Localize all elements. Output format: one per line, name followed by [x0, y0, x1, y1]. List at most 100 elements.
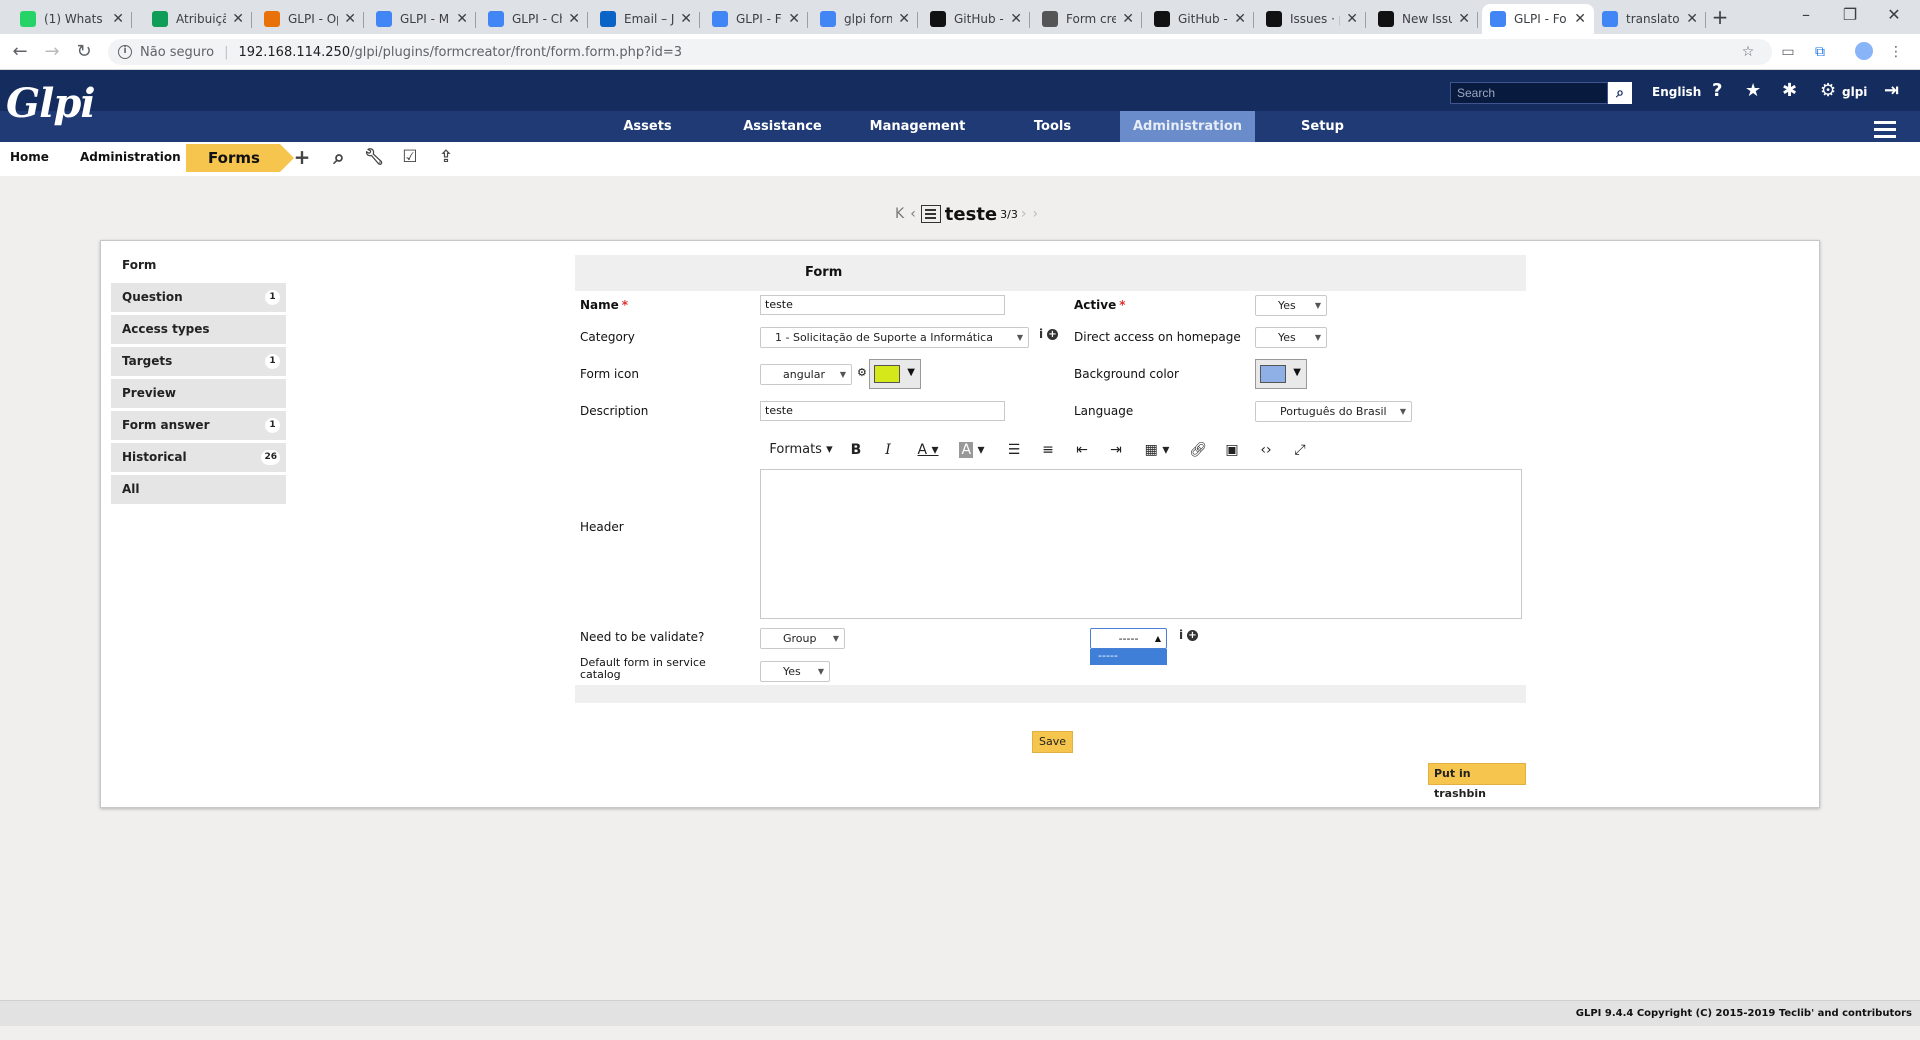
- bold-icon[interactable]: B: [846, 439, 866, 461]
- previous-record-icon[interactable]: ‹: [910, 206, 916, 222]
- validator-dropdown[interactable]: ----- ▲ -----: [1090, 628, 1167, 665]
- tab-close-icon[interactable]: ✕: [568, 11, 580, 27]
- browser-tab[interactable]: GLPI - Op ✕: [256, 4, 364, 34]
- search-icon[interactable]: ⌕: [327, 145, 351, 169]
- validator-info-icon[interactable]: i: [1179, 628, 1183, 642]
- user-name[interactable]: glpi: [1842, 82, 1867, 102]
- tab-close-icon[interactable]: ✕: [1686, 11, 1698, 27]
- new-tab-button[interactable]: +: [1708, 6, 1732, 30]
- category-select[interactable]: 1 - Solicitação de Suporte a Informática…: [760, 327, 1029, 348]
- validator-select[interactable]: ----- ▲: [1090, 628, 1167, 649]
- source-code-icon[interactable]: ‹›: [1256, 439, 1276, 461]
- side-tab-form-answer[interactable]: Form answer 1: [111, 411, 286, 440]
- editor-content-area[interactable]: [760, 469, 1522, 619]
- fullscreen-icon[interactable]: ⤢: [1290, 439, 1310, 461]
- tab-close-icon[interactable]: ✕: [1458, 11, 1470, 27]
- browser-tab[interactable]: Form cre ✕: [1034, 4, 1142, 34]
- text-color-icon[interactable]: A ▾: [910, 439, 946, 461]
- logout-icon[interactable]: ⇥: [1884, 80, 1899, 102]
- back-icon[interactable]: ←: [8, 40, 32, 64]
- tab-close-icon[interactable]: ✕: [112, 11, 124, 27]
- browser-tab[interactable]: Email – Ju ✕: [592, 4, 700, 34]
- browser-tab[interactable]: GLPI - Fo ✕: [704, 4, 808, 34]
- minimize-button[interactable]: –: [1786, 4, 1826, 26]
- save-button[interactable]: Save: [1032, 731, 1074, 753]
- table-icon[interactable]: ▦ ▾: [1140, 439, 1174, 461]
- add-validator-icon[interactable]: +: [1187, 630, 1198, 641]
- menu-administration[interactable]: Administration: [1120, 111, 1255, 142]
- add-icon[interactable]: +: [290, 145, 314, 169]
- add-category-icon[interactable]: +: [1047, 329, 1058, 340]
- tab-close-icon[interactable]: ✕: [1122, 11, 1134, 27]
- tab-close-icon[interactable]: ✕: [1574, 11, 1586, 27]
- background-color-icon[interactable]: A ▾: [954, 439, 990, 461]
- extension-translate-icon[interactable]: ⧉: [1810, 42, 1830, 62]
- category-info-icon[interactable]: i: [1039, 327, 1043, 341]
- global-search-input[interactable]: [1450, 82, 1608, 104]
- browser-tab[interactable]: translato ✕: [1594, 4, 1706, 34]
- menu-setup[interactable]: Setup: [1255, 111, 1390, 142]
- side-tab-question[interactable]: Question 1: [111, 283, 286, 312]
- tab-close-icon[interactable]: ✕: [1234, 11, 1246, 27]
- indent-icon[interactable]: ⇥: [1106, 439, 1126, 461]
- info-icon[interactable]: i: [118, 45, 132, 59]
- menu-assistance[interactable]: Assistance: [715, 111, 850, 142]
- language-select[interactable]: Português do Brasil ▼: [1255, 401, 1412, 422]
- help-icon[interactable]: ?: [1712, 80, 1722, 102]
- tab-close-icon[interactable]: ✕: [680, 11, 692, 27]
- browser-tab[interactable]: Atribuiçã ✕: [144, 4, 252, 34]
- tab-close-icon[interactable]: ✕: [898, 11, 910, 27]
- background-color-picker[interactable]: ▼: [1255, 359, 1307, 389]
- preferences-gear-icon[interactable]: ⚙: [1820, 80, 1836, 102]
- side-tab-all[interactable]: All: [111, 475, 286, 504]
- form-icon-select[interactable]: angular ▼: [760, 364, 852, 385]
- tab-close-icon[interactable]: ✕: [788, 11, 800, 27]
- browser-tab[interactable]: (1) Whats ✕: [12, 4, 132, 34]
- name-field[interactable]: teste: [760, 295, 1005, 315]
- close-window-button[interactable]: ✕: [1874, 4, 1914, 26]
- bookmark-star-icon[interactable]: ☆: [1738, 42, 1758, 62]
- browser-tab[interactable]: GLPI - Mu ✕: [368, 4, 476, 34]
- menu-tools[interactable]: Tools: [985, 111, 1120, 142]
- browser-tab[interactable]: New Issu ✕: [1370, 4, 1478, 34]
- cast-icon[interactable]: ▭: [1778, 42, 1798, 62]
- maximize-button[interactable]: ❐: [1830, 4, 1870, 26]
- first-record-icon[interactable]: K: [895, 206, 904, 222]
- language-selector[interactable]: English: [1652, 82, 1701, 102]
- hamburger-menu-icon[interactable]: [1874, 121, 1896, 139]
- search-icon[interactable]: ⌕: [1608, 82, 1632, 104]
- active-select[interactable]: Yes ▼: [1255, 295, 1327, 316]
- default-catalog-select[interactable]: Yes ▼: [760, 661, 830, 682]
- side-tab-preview[interactable]: Preview: [111, 379, 286, 408]
- side-tab-targets[interactable]: Targets 1: [111, 347, 286, 376]
- browser-menu-icon[interactable]: ⋮: [1886, 42, 1906, 62]
- side-tab-access-types[interactable]: Access types: [111, 315, 286, 344]
- list-view-icon[interactable]: [920, 205, 941, 223]
- browser-tab[interactable]: GLPI - Ch ✕: [480, 4, 588, 34]
- reload-icon[interactable]: ↻: [72, 40, 96, 64]
- bullet-list-icon[interactable]: ☰: [1004, 439, 1024, 461]
- profile-avatar-icon[interactable]: [1854, 42, 1874, 62]
- tab-close-icon[interactable]: ✕: [456, 11, 468, 27]
- breadcrumb-home[interactable]: Home: [10, 142, 49, 172]
- validation-select[interactable]: Group ▼: [760, 628, 845, 649]
- link-icon[interactable]: 🔗︎: [1188, 439, 1208, 461]
- breadcrumb-forms[interactable]: Forms: [186, 144, 294, 172]
- validator-option[interactable]: -----: [1090, 649, 1167, 665]
- menu-assets[interactable]: Assets: [580, 111, 715, 142]
- italic-icon[interactable]: I: [878, 439, 898, 461]
- outdent-icon[interactable]: ⇤: [1072, 439, 1092, 461]
- browser-tab[interactable]: GitHub - ✕: [1146, 4, 1254, 34]
- favorites-star-icon[interactable]: ★: [1745, 80, 1761, 102]
- side-tab-form[interactable]: Form: [111, 251, 286, 280]
- image-icon[interactable]: ▣: [1222, 439, 1242, 461]
- tab-close-icon[interactable]: ✕: [1346, 11, 1358, 27]
- direct-access-select[interactable]: Yes ▼: [1255, 327, 1327, 348]
- tab-close-icon[interactable]: ✕: [232, 11, 244, 27]
- wrench-icon[interactable]: 🔧︎: [362, 145, 386, 169]
- tab-close-icon[interactable]: ✕: [344, 11, 356, 27]
- forward-icon[interactable]: →: [40, 40, 64, 64]
- side-tab-historical[interactable]: Historical 26: [111, 443, 286, 472]
- browser-tab[interactable]: glpi form ✕: [812, 4, 918, 34]
- address-bar[interactable]: i Não seguro | 192.168.114.250 /glpi/plu…: [108, 39, 1772, 65]
